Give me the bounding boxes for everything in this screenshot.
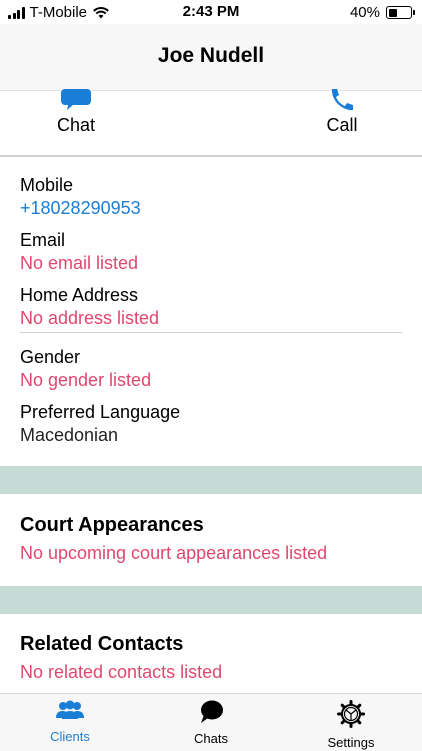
chat-bubble-icon bbox=[201, 700, 223, 723]
email-label: Email bbox=[20, 230, 66, 250]
contact-actions: Chat Call bbox=[0, 89, 422, 157]
chat-bubble-icon bbox=[61, 89, 91, 110]
chat-button[interactable]: Chat bbox=[16, 89, 136, 151]
call-button-label: Call bbox=[326, 115, 358, 135]
court-appearances-heading: Court Appearances bbox=[20, 514, 204, 536]
phone-icon bbox=[331, 89, 353, 111]
preferred-language-label: Preferred Language bbox=[20, 402, 181, 422]
email-value: No email listed bbox=[20, 253, 139, 273]
home-address-field: Home Address No address listed bbox=[20, 285, 400, 329]
gear-icon bbox=[337, 700, 365, 728]
tab-settings[interactable]: Settings bbox=[291, 700, 411, 750]
section-divider bbox=[20, 332, 402, 333]
status-right: 40% bbox=[349, 4, 415, 21]
page-title: Joe Nudell bbox=[157, 44, 265, 67]
tab-settings-label: Settings bbox=[327, 735, 375, 750]
chat-button-label: Chat bbox=[56, 115, 96, 135]
navigation-bar: Joe Nudell bbox=[0, 24, 422, 91]
section-separator bbox=[0, 586, 422, 614]
tab-bar: Clients Chats Settings bbox=[0, 693, 422, 751]
preferred-language-field: Preferred Language Macedonian bbox=[20, 402, 400, 446]
battery-icon bbox=[386, 6, 415, 19]
mobile-label: Mobile bbox=[20, 175, 74, 195]
mobile-field: Mobile +18028290953 bbox=[20, 175, 400, 219]
court-appearances-empty: No upcoming court appearances listed bbox=[20, 543, 328, 563]
email-field: Email No email listed bbox=[20, 230, 400, 274]
related-contacts-heading: Related Contacts bbox=[20, 633, 184, 655]
related-contacts-empty: No related contacts listed bbox=[20, 662, 223, 682]
battery-percent: 40% bbox=[349, 4, 380, 21]
home-address-value: No address listed bbox=[20, 308, 160, 328]
tab-clients-label: Clients bbox=[50, 729, 90, 744]
preferred-language-value: Macedonian bbox=[20, 425, 119, 445]
home-address-label: Home Address bbox=[20, 285, 139, 305]
gender-label: Gender bbox=[20, 347, 81, 367]
people-icon bbox=[56, 700, 84, 719]
tab-chats-label: Chats bbox=[194, 731, 228, 746]
status-bar: T-Mobile 2:43 PM 40% bbox=[0, 0, 422, 24]
gender-value: No gender listed bbox=[20, 370, 152, 390]
section-separator bbox=[0, 466, 422, 494]
mobile-value[interactable]: +18028290953 bbox=[20, 198, 400, 219]
call-button[interactable]: Call bbox=[282, 89, 402, 151]
gender-field: Gender No gender listed bbox=[20, 347, 400, 391]
battery-level-fill bbox=[388, 8, 397, 17]
tab-clients[interactable]: Clients bbox=[10, 700, 130, 744]
tab-chats[interactable]: Chats bbox=[151, 700, 271, 746]
